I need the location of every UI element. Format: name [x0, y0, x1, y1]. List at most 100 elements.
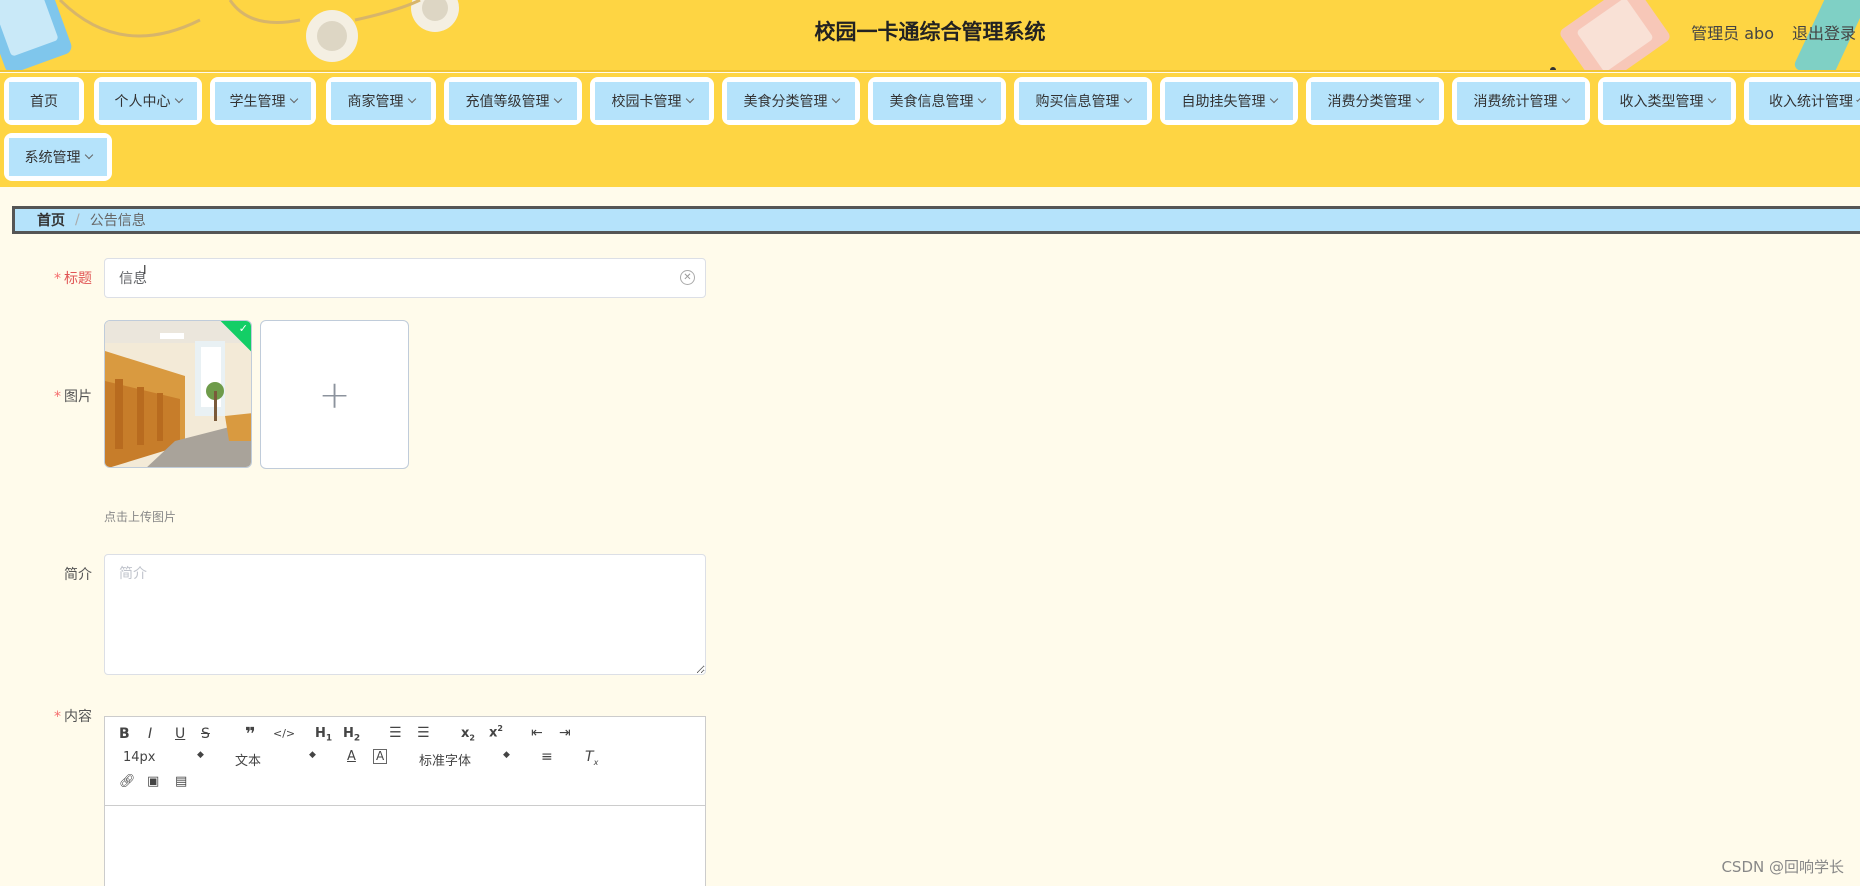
blockquote-icon[interactable]: ❞: [245, 724, 256, 745]
chevron-down-icon: [84, 150, 93, 160]
clear-icon[interactable]: ✕: [680, 270, 695, 285]
breadcrumb: 首页 / 公告信息: [12, 206, 1860, 234]
uploaded-image-thumbnail[interactable]: ✓: [104, 320, 252, 468]
nav-item-label: 收入统计管理: [1769, 94, 1853, 110]
chevron-down-icon: [1707, 94, 1716, 104]
nav-item-consumption-stats[interactable]: 消费统计管理: [1452, 77, 1590, 125]
nav-item-label: 收入类型管理: [1619, 94, 1704, 110]
nav-item-income-types[interactable]: 收入类型管理: [1598, 77, 1736, 125]
nav-item-profile[interactable]: 个人中心: [94, 77, 202, 125]
chevron-down-icon: [1856, 96, 1860, 102]
nav-item-label: 学生管理: [229, 94, 286, 110]
text-color-icon[interactable]: A: [347, 749, 356, 764]
header-select-arrow[interactable]: ◆: [309, 750, 316, 760]
title-label-text: 标题: [64, 271, 92, 287]
top-nav: 首页 个人中心 学生管理 商家管理 充值等级管理 校园卡管理 美食分类管理 美食…: [0, 73, 1860, 187]
nav-item-label: 美食分类管理: [743, 94, 828, 110]
watermark: CSDN @回响学长: [1721, 858, 1844, 876]
image-upload-button[interactable]: +: [260, 320, 409, 469]
chevron-down-icon: [407, 94, 416, 104]
strikethrough-icon[interactable]: S: [201, 726, 210, 742]
required-mark: *: [54, 709, 61, 725]
required-mark: *: [54, 389, 61, 405]
italic-icon[interactable]: I: [148, 726, 152, 742]
superscript-icon[interactable]: x2: [489, 724, 503, 740]
title-input[interactable]: [104, 258, 706, 298]
editor-toolbar: B I U S ❞ </> H1 H2 ☰ ☰ x2 x2 ⇤ ⇥ 14px ◆…: [105, 717, 705, 806]
breadcrumb-separator: /: [75, 212, 80, 228]
chevron-down-icon: [289, 94, 298, 104]
chevron-down-icon: [174, 94, 183, 104]
text-cursor-icon: I: [143, 263, 147, 277]
content-label: * 内容: [0, 706, 92, 726]
nav-item-label: 个人中心: [114, 94, 171, 110]
font-size-select[interactable]: 14px: [123, 750, 208, 765]
font-size-value: 14px: [123, 750, 156, 765]
image-label: * 图片: [0, 386, 92, 406]
check-icon: ✓: [238, 322, 248, 335]
font-family-select-arrow[interactable]: ◆: [503, 750, 510, 760]
nav-item-recharge-levels[interactable]: 充值等级管理: [444, 77, 582, 125]
bold-icon[interactable]: B: [119, 726, 130, 742]
rich-text-editor: B I U S ❞ </> H1 H2 ☰ ☰ x2 x2 ⇤ ⇥ 14px ◆…: [104, 716, 706, 886]
nav-item-students[interactable]: 学生管理: [210, 77, 316, 125]
heading1-icon[interactable]: H1: [315, 726, 332, 744]
underline-icon[interactable]: U: [175, 726, 185, 742]
nav-item-self-report-loss[interactable]: 自助挂失管理: [1160, 77, 1298, 125]
nav-item-label: 购买信息管理: [1035, 94, 1120, 110]
nav-item-campus-cards[interactable]: 校园卡管理: [590, 77, 714, 125]
content-label-text: 内容: [64, 709, 92, 725]
nav-item-home[interactable]: 首页: [4, 77, 84, 125]
nav-item-label: 消费统计管理: [1473, 94, 1558, 110]
font-family-value: 标准字体: [419, 754, 472, 769]
link-icon[interactable]: 🔗︎: [119, 774, 136, 789]
bullet-list-icon[interactable]: ☰: [417, 725, 430, 741]
subscript-icon[interactable]: x2: [461, 726, 475, 743]
chevron-down-icon: [1415, 94, 1424, 104]
indent-icon[interactable]: ⇥: [559, 725, 571, 741]
nav-item-merchants[interactable]: 商家管理: [326, 77, 436, 125]
nav-item-consumption-categories[interactable]: 消费分类管理: [1306, 77, 1444, 125]
nav-item-food-categories[interactable]: 美食分类管理: [722, 77, 860, 125]
breadcrumb-home[interactable]: 首页: [37, 210, 65, 230]
heading2-icon[interactable]: H2: [343, 726, 360, 744]
current-user: 管理员 abo: [1691, 24, 1774, 43]
nav-item-food-info[interactable]: 美食信息管理: [868, 77, 1006, 125]
header-select[interactable]: 文本: [235, 750, 261, 769]
breadcrumb-current: 公告信息: [89, 213, 146, 229]
required-mark: *: [54, 271, 61, 287]
app-title: 校园一卡通综合管理系统: [814, 20, 1046, 44]
code-block-icon[interactable]: </>: [273, 727, 295, 740]
intro-label-text: 简介: [64, 567, 92, 583]
nav-item-label: 自助挂失管理: [1181, 94, 1266, 110]
image-icon[interactable]: ▣: [147, 774, 159, 789]
chevron-down-icon: [1269, 94, 1278, 104]
nav-item-income-stats[interactable]: 收入统计管理: [1744, 77, 1860, 125]
clear-format-icon[interactable]: Tx: [585, 749, 598, 767]
nav-item-label: 美食信息管理: [889, 94, 974, 110]
font-family-select[interactable]: 标准字体: [419, 750, 471, 769]
chevron-down-icon: [831, 94, 840, 104]
chevron-down-icon: [1123, 94, 1132, 104]
align-icon[interactable]: ≡: [541, 749, 553, 765]
chevron-down-icon: [1561, 94, 1570, 104]
video-icon[interactable]: ▤: [175, 774, 187, 789]
intro-textarea[interactable]: [104, 554, 706, 675]
nav-item-system[interactable]: 系统管理: [4, 133, 112, 181]
font-size-select-arrow[interactable]: ◆: [197, 750, 204, 760]
nav-item-label: 系统管理: [24, 150, 81, 166]
upload-tip: 点击上传图片: [104, 510, 177, 524]
classroom-photo: [105, 321, 251, 467]
chevron-down-icon: [977, 94, 986, 104]
chevron-down-icon: [685, 94, 694, 104]
image-label-text: 图片: [64, 389, 92, 405]
header: 校园一卡通综合管理系统 管理员 abo 退出登录: [0, 0, 1860, 72]
nav-item-purchases[interactable]: 购买信息管理: [1014, 77, 1152, 125]
nav-item-label: 首页: [30, 94, 58, 110]
ordered-list-icon[interactable]: ☰: [389, 725, 402, 741]
logout-link[interactable]: 退出登录: [1792, 20, 1856, 44]
background-color-icon[interactable]: A: [373, 749, 388, 764]
title-label: * 标题: [0, 268, 92, 288]
outdent-icon[interactable]: ⇤: [531, 725, 543, 741]
chevron-down-icon: [553, 94, 562, 104]
